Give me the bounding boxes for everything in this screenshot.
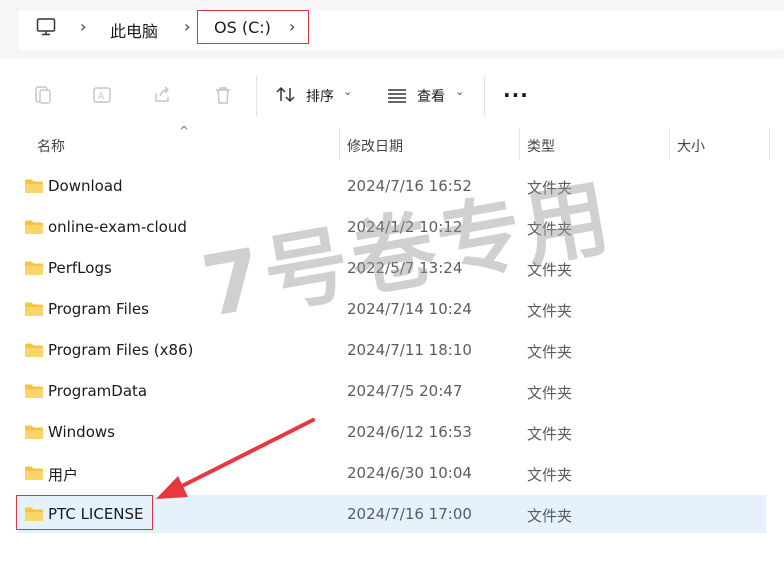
folder-icon bbox=[24, 219, 44, 235]
rename-icon[interactable]: A bbox=[91, 84, 113, 106]
sort-button[interactable]: 排序 bbox=[306, 86, 334, 106]
file-row[interactable]: Windows 2024/6/12 16:53 文件夹 bbox=[18, 413, 766, 451]
file-name: PerfLogs bbox=[48, 259, 112, 277]
column-divider[interactable] bbox=[339, 128, 340, 160]
more-options-button[interactable]: ... bbox=[503, 78, 529, 102]
file-modified-date: 2022/5/7 13:24 bbox=[347, 259, 463, 277]
view-icon[interactable] bbox=[386, 84, 408, 106]
file-modified-date: 2024/7/16 17:00 bbox=[347, 505, 472, 523]
folder-icon bbox=[24, 342, 44, 358]
annotation-box-selected bbox=[16, 495, 153, 530]
copy-icon[interactable] bbox=[32, 84, 54, 106]
folder-icon bbox=[24, 383, 44, 399]
chevron-right-icon[interactable]: › bbox=[80, 17, 86, 36]
file-row[interactable]: 用户 2024/6/30 10:04 文件夹 bbox=[18, 454, 766, 492]
file-row[interactable]: ProgramData 2024/7/5 20:47 文件夹 bbox=[18, 372, 766, 410]
column-header-size[interactable]: 大小 bbox=[677, 128, 767, 160]
file-name: Download bbox=[48, 177, 123, 195]
file-modified-date: 2024/7/16 16:52 bbox=[347, 177, 472, 195]
svg-text:A: A bbox=[98, 92, 105, 102]
file-type: 文件夹 bbox=[527, 507, 573, 525]
command-bar: A 排序 ⌄ 查看 ⌄ ... bbox=[0, 66, 784, 124]
column-header-label: 类型 bbox=[527, 139, 555, 155]
file-name: Program Files (x86) bbox=[48, 341, 194, 359]
share-icon[interactable] bbox=[151, 84, 173, 106]
file-modified-date: 2024/1/2 10:12 bbox=[347, 218, 463, 236]
folder-icon bbox=[24, 260, 44, 276]
view-button[interactable]: 查看 bbox=[417, 86, 445, 106]
folder-icon bbox=[24, 178, 44, 194]
sort-icon[interactable] bbox=[275, 84, 297, 106]
file-modified-date: 2024/7/14 10:24 bbox=[347, 300, 472, 318]
file-type: 文件夹 bbox=[527, 384, 573, 402]
file-row[interactable]: Download 2024/7/16 16:52 文件夹 bbox=[18, 167, 766, 205]
file-row[interactable]: Program Files 2024/7/14 10:24 文件夹 bbox=[18, 290, 766, 328]
toolbar-divider bbox=[484, 76, 485, 116]
file-name: 用户 bbox=[48, 466, 79, 484]
delete-icon[interactable] bbox=[212, 84, 234, 106]
chevron-right-icon[interactable]: › bbox=[184, 17, 190, 36]
column-divider[interactable] bbox=[669, 128, 670, 160]
file-type: 文件夹 bbox=[527, 302, 573, 320]
column-header-type[interactable]: 类型 bbox=[527, 128, 667, 160]
folder-icon bbox=[24, 424, 44, 440]
column-divider[interactable] bbox=[519, 128, 520, 160]
breadcrumb-this-pc[interactable]: 此电脑 bbox=[110, 18, 158, 42]
file-name: Program Files bbox=[48, 300, 149, 318]
file-modified-date: 2024/7/5 20:47 bbox=[347, 382, 463, 400]
file-modified-date: 2024/7/11 18:10 bbox=[347, 341, 472, 359]
sort-ascending-icon: ^ bbox=[179, 124, 190, 138]
file-modified-date: 2024/6/30 10:04 bbox=[347, 464, 472, 482]
file-type: 文件夹 bbox=[527, 343, 573, 361]
file-name: ProgramData bbox=[48, 382, 148, 400]
folder-icon bbox=[24, 465, 44, 481]
file-name: online-exam-cloud bbox=[48, 218, 187, 236]
column-header-date[interactable]: 修改日期 bbox=[347, 128, 517, 160]
folder-icon bbox=[24, 301, 44, 317]
column-divider[interactable] bbox=[769, 128, 770, 160]
column-header-label: 修改日期 bbox=[347, 139, 403, 155]
chevron-down-icon[interactable]: ⌄ bbox=[343, 85, 352, 98]
file-type: 文件夹 bbox=[527, 466, 573, 484]
computer-icon[interactable] bbox=[36, 17, 56, 37]
column-header-label: 大小 bbox=[677, 139, 705, 155]
annotation-box-address bbox=[197, 10, 309, 44]
toolbar-divider bbox=[256, 76, 257, 116]
file-row[interactable]: online-exam-cloud 2024/1/2 10:12 文件夹 bbox=[18, 208, 766, 246]
chevron-down-icon[interactable]: ⌄ bbox=[455, 85, 464, 98]
file-type: 文件夹 bbox=[527, 425, 573, 443]
file-type: 文件夹 bbox=[527, 261, 573, 279]
file-modified-date: 2024/6/12 16:53 bbox=[347, 423, 472, 441]
file-type: 文件夹 bbox=[527, 220, 573, 238]
column-header-label: 名称 bbox=[37, 139, 65, 155]
file-type: 文件夹 bbox=[527, 179, 573, 197]
file-row[interactable]: PerfLogs 2022/5/7 13:24 文件夹 bbox=[18, 249, 766, 287]
file-name: Windows bbox=[48, 423, 115, 441]
file-row[interactable]: Program Files (x86) 2024/7/11 18:10 文件夹 bbox=[18, 331, 766, 369]
